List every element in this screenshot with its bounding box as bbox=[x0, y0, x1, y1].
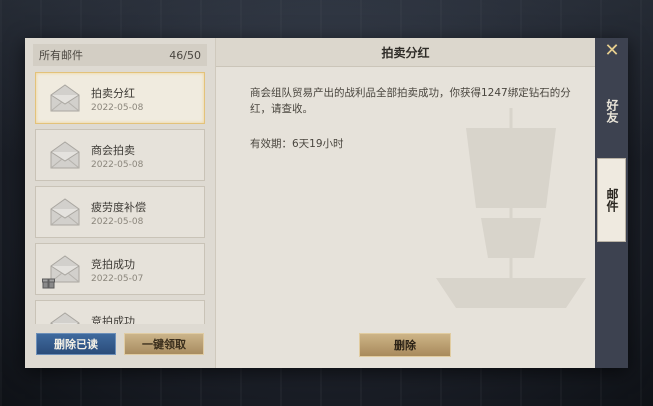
mail-list-panel: 所有邮件 46/50 拍卖分红 2022-05-08 商会拍卖 2022-05-… bbox=[25, 38, 216, 368]
mail-date: 2022-05-08 bbox=[91, 103, 144, 113]
envelope-icon bbox=[49, 197, 81, 227]
mail-list-header: 所有邮件 46/50 bbox=[33, 44, 207, 66]
mail-detail-panel: 拍卖分红 商会组队贸易产出的战利品全部拍卖成功，你获得1247绑定钻石的分红，请… bbox=[216, 38, 595, 368]
mail-detail-title: 拍卖分红 bbox=[216, 38, 595, 67]
mail-body-text: 商会组队贸易产出的战利品全部拍卖成功，你获得1247绑定钻石的分红，请查收。 bbox=[250, 87, 571, 115]
mail-title: 拍卖分红 bbox=[91, 87, 135, 100]
mail-title: 疲劳度补偿 bbox=[91, 201, 146, 214]
mail-item[interactable]: 商会拍卖 2022-05-08 bbox=[35, 129, 205, 181]
mail-item[interactable]: 竞拍成功 2022-05-07 bbox=[35, 243, 205, 295]
mail-date: 2022-05-07 bbox=[91, 274, 144, 284]
tab-friends[interactable]: 好友 bbox=[597, 86, 626, 136]
mail-title: 竞拍成功 bbox=[91, 315, 135, 324]
mail-date: 2022-05-08 bbox=[91, 217, 144, 227]
mail-list-label: 所有邮件 bbox=[39, 49, 83, 62]
delete-read-button[interactable]: 删除已读 bbox=[36, 333, 116, 355]
mail-date: 2022-05-08 bbox=[91, 160, 144, 170]
ship-watermark bbox=[436, 108, 586, 308]
side-tab-bar: ✕ 好友 邮件 bbox=[595, 38, 628, 368]
tab-mail-label: 邮件 bbox=[605, 188, 619, 212]
mail-list[interactable]: 拍卖分红 2022-05-08 商会拍卖 2022-05-08 疲劳度补偿 20… bbox=[35, 72, 207, 324]
tab-friends-label: 好友 bbox=[605, 99, 619, 123]
claim-all-button[interactable]: 一键领取 bbox=[124, 333, 204, 355]
mail-item[interactable]: 竞拍成功 bbox=[35, 300, 205, 324]
mail-title: 竞拍成功 bbox=[91, 258, 135, 271]
gift-icon bbox=[42, 274, 55, 289]
mail-validity: 有效期：6天19小时 bbox=[250, 138, 344, 150]
envelope-icon bbox=[49, 83, 81, 113]
envelope-icon bbox=[49, 140, 81, 170]
delete-button[interactable]: 删除 bbox=[359, 333, 451, 357]
tab-mail[interactable]: 邮件 bbox=[597, 158, 626, 242]
mail-item[interactable]: 疲劳度补偿 2022-05-08 bbox=[35, 186, 205, 238]
envelope-icon bbox=[49, 311, 81, 324]
close-icon[interactable]: ✕ bbox=[603, 42, 621, 60]
mail-count: 46/50 bbox=[169, 48, 201, 62]
mail-item[interactable]: 拍卖分红 2022-05-08 bbox=[35, 72, 205, 124]
mail-window: 所有邮件 46/50 拍卖分红 2022-05-08 商会拍卖 2022-05-… bbox=[25, 38, 628, 368]
mail-title: 商会拍卖 bbox=[91, 144, 135, 157]
